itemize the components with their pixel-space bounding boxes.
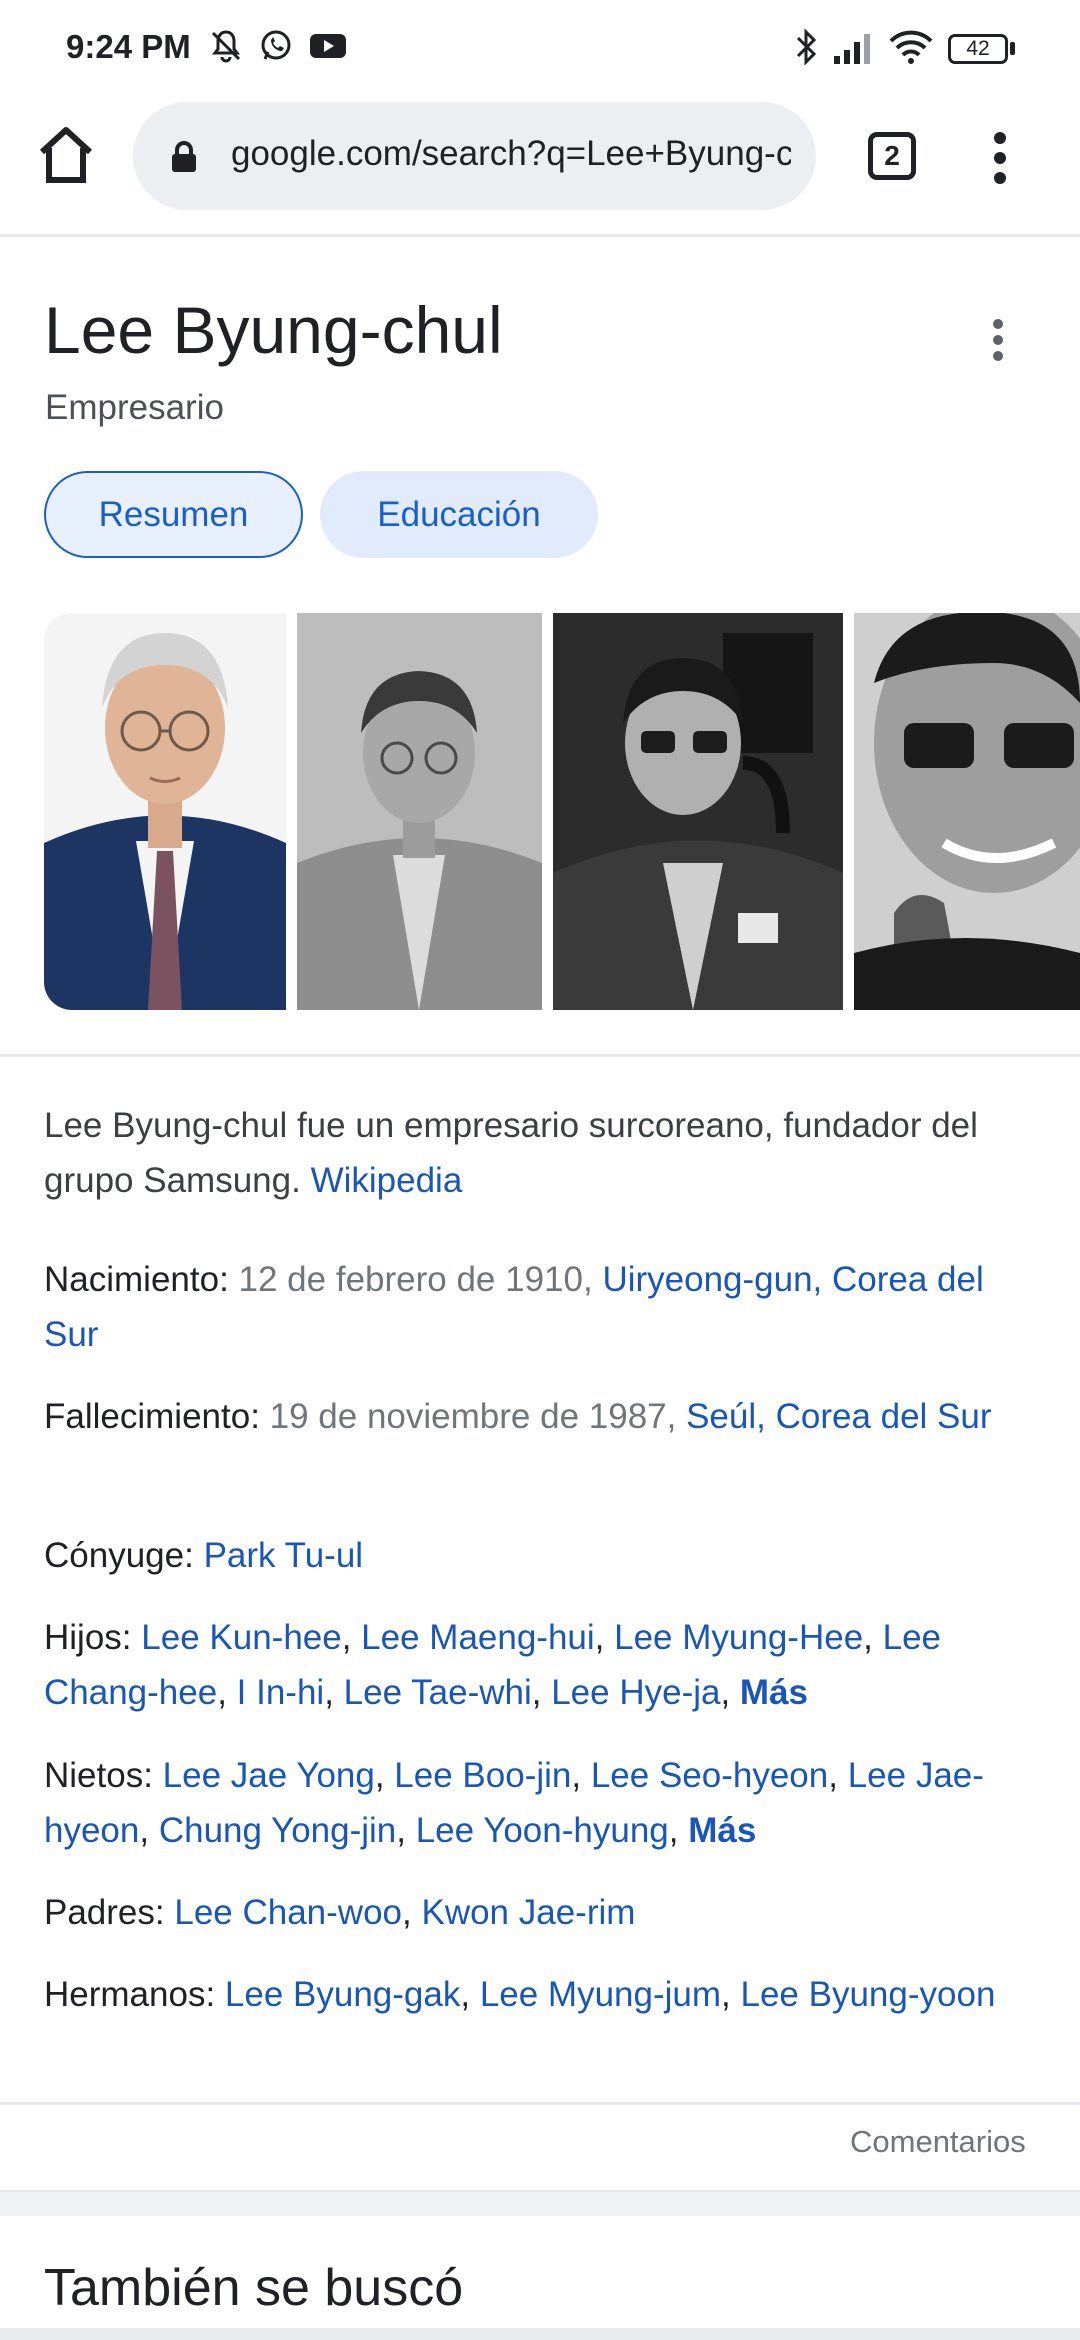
section-separator-band <box>0 2190 1080 2216</box>
bottom-edge <box>0 2328 1080 2340</box>
carousel-image-1[interactable] <box>44 613 286 1010</box>
browser-toolbar: google.com/search?q=Lee+Byung-chul 2 <box>0 100 1080 237</box>
fact-birth: Nacimiento: 12 de febrero de 1910, Uirye… <box>44 1252 1034 1362</box>
fact-label: Hijos: <box>44 1618 132 1657</box>
fact-link[interactable]: Lee Hye-ja <box>551 1673 720 1712</box>
fact-link[interactable]: Lee Chan-woo <box>174 1893 402 1932</box>
section-divider <box>0 1054 1080 1057</box>
carousel-image-3[interactable] <box>553 613 843 1010</box>
fact-label: Hermanos: <box>44 1975 216 2014</box>
fact-link[interactable]: Lee Maeng-hui <box>361 1618 595 1657</box>
fact-link[interactable]: Lee Yoon-hyung <box>416 1811 669 1850</box>
fact-label: Nacimiento: <box>44 1260 229 1299</box>
address-bar[interactable]: google.com/search?q=Lee+Byung-chul <box>133 102 816 210</box>
home-icon[interactable] <box>36 122 96 188</box>
tab-switcher-button[interactable]: 2 <box>868 132 916 180</box>
section-divider <box>0 2102 1080 2105</box>
panel-subtitle: Empresario <box>45 388 224 427</box>
whatsapp-icon <box>261 30 291 60</box>
fact-grandchildren: Nietos: Lee Jae Yong, Lee Boo-jin, Lee S… <box>44 1756 984 1850</box>
battery-indicator: 42 <box>948 34 1008 64</box>
description-text: Lee Byung-chul fue un empresario surcore… <box>44 1106 978 1200</box>
bluetooth-icon <box>796 28 817 66</box>
fact-label: Nietos: <box>44 1756 153 1795</box>
battery-tip <box>1010 42 1015 55</box>
fact-value: 12 de febrero de 1910, <box>238 1260 593 1299</box>
url-text: google.com/search?q=Lee+Byung-chul <box>231 134 791 173</box>
fact-link[interactable]: Lee Myung-Hee <box>614 1618 863 1657</box>
fact-link[interactable]: Lee Boo-jin <box>394 1756 571 1795</box>
tab-educacion[interactable]: Educación <box>320 471 598 558</box>
feedback-link[interactable]: Comentarios <box>850 2124 1026 2160</box>
more-grandchildren-link[interactable]: Más <box>688 1811 756 1850</box>
fact-death: Fallecimiento: 19 de noviembre de 1987, … <box>44 1389 1034 1444</box>
tab-resumen[interactable]: Resumen <box>44 471 303 558</box>
fact-children: Hijos: Lee Kun-hee, Lee Maeng-hui, Lee M… <box>44 1618 942 1712</box>
fact-label: Cónyuge: <box>44 1536 194 1575</box>
fact-label: Fallecimiento: <box>44 1397 260 1436</box>
fact-link[interactable]: I In-hi <box>237 1673 325 1712</box>
fact-parents: Padres: Lee Chan-woo, Kwon Jae-rim <box>44 1893 636 1932</box>
wifi-icon <box>889 30 933 64</box>
status-bar: 9:24 PM 42 <box>0 0 1080 100</box>
fact-link[interactable]: Park Tu-ul <box>204 1536 364 1575</box>
fact-siblings: Hermanos: Lee Byung-gak, Lee Myung-jum, … <box>44 1975 996 2014</box>
fact-link[interactable]: Lee Kun-hee <box>141 1618 341 1657</box>
fact-spouse: Cónyuge: Park Tu-ul <box>44 1528 1034 1583</box>
fact-link[interactable]: Seúl, Corea del Sur <box>686 1397 991 1436</box>
fact-link[interactable]: Lee Byung-gak <box>225 1975 460 2014</box>
panel-title: Lee Byung-chul <box>44 293 503 367</box>
battery-level: 42 <box>966 37 990 60</box>
fact-link[interactable]: Lee Jae Yong <box>163 1756 375 1795</box>
panel-description: Lee Byung-chul fue un empresario surcore… <box>44 1098 1034 1208</box>
carousel-image-4[interactable] <box>854 613 1080 1010</box>
fact-link[interactable]: Kwon Jae-rim <box>421 1893 635 1932</box>
fact-link[interactable]: Lee Tae-whi <box>344 1673 532 1712</box>
fact-link[interactable]: Lee Byung-yoon <box>741 1975 996 2014</box>
lock-icon <box>172 141 196 172</box>
wikipedia-link[interactable]: Wikipedia <box>311 1161 463 1200</box>
fact-link[interactable]: Lee Myung-jum <box>480 1975 721 2014</box>
more-children-link[interactable]: Más <box>740 1673 808 1712</box>
tab-count: 2 <box>884 140 900 171</box>
more-menu-icon[interactable] <box>990 130 1010 186</box>
notifications-off-icon <box>211 30 241 63</box>
fact-link[interactable]: Lee Seo-hyeon <box>591 1756 828 1795</box>
fact-label: Padres: <box>44 1893 165 1932</box>
signal-icon <box>834 34 870 64</box>
youtube-icon <box>310 34 346 58</box>
fact-link[interactable]: Chung Yong-jin <box>159 1811 396 1850</box>
status-time: 9:24 PM <box>66 28 191 65</box>
carousel-image-2[interactable] <box>297 613 542 1010</box>
fact-value: 19 de noviembre de 1987, <box>269 1397 677 1436</box>
also-searched-heading: También se buscó <box>44 2259 464 2317</box>
panel-options-icon[interactable] <box>988 318 1008 362</box>
